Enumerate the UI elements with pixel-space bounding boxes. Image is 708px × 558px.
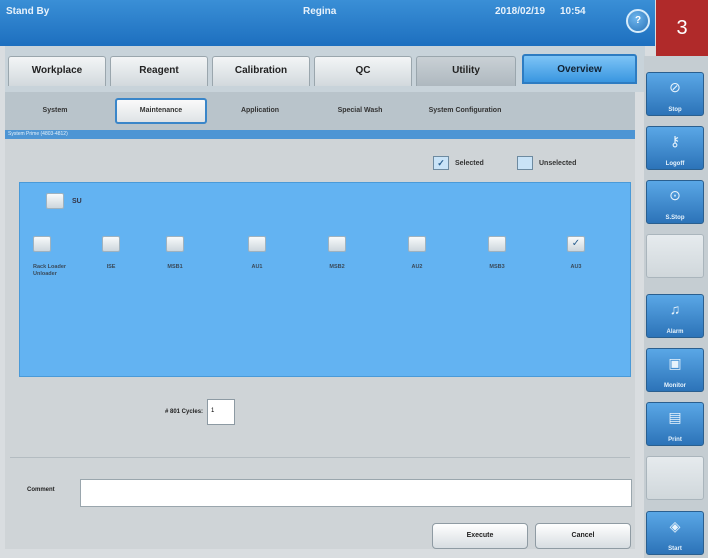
subtab-system-configuration[interactable]: System Configuration	[410, 98, 520, 124]
cancel-button[interactable]: Cancel	[535, 523, 631, 549]
legend-unselected-label: Unselected	[539, 159, 577, 167]
unit-checkbox[interactable]	[102, 236, 120, 252]
empty-slot	[646, 456, 704, 500]
monitor-label: Monitor	[664, 383, 686, 389]
unit-label: AU3	[570, 264, 582, 270]
unit-label: MSB2	[329, 264, 345, 270]
logoff-label: Logoff	[665, 161, 685, 167]
unit-rack-loader-unloader[interactable]: Rack Loader Unloader	[33, 236, 83, 278]
comment-label: Comment	[27, 487, 55, 493]
empty-box-icon	[517, 156, 533, 170]
print-icon: ▤	[668, 409, 682, 425]
stop-icon: ⊘	[669, 79, 681, 95]
sampling-stop-button[interactable]: ⊙ S.Stop	[646, 180, 704, 224]
tab-calibration[interactable]: Calibration	[212, 56, 310, 86]
sub-tab-bar: System Maintenance Application Special W…	[5, 92, 635, 130]
unit-checkbox[interactable]	[248, 236, 266, 252]
tab-reagent[interactable]: Reagent	[110, 56, 208, 86]
key-icon: ⚷	[669, 133, 681, 149]
tab-overview[interactable]: Overview	[522, 54, 637, 84]
unit-checkbox[interactable]	[33, 236, 51, 252]
monitor-button[interactable]: ▣ Monitor	[646, 348, 704, 392]
tab-utility[interactable]: Utility	[416, 56, 516, 86]
su-option[interactable]: SU	[46, 193, 82, 209]
empty-slot	[646, 234, 704, 278]
monitor-icon: ▣	[668, 355, 682, 371]
unit-msb3[interactable]: MSB3	[472, 236, 522, 271]
subtab-application[interactable]: Application	[215, 98, 305, 124]
unit-label: ISE	[106, 264, 116, 270]
help-icon: ?	[634, 15, 642, 26]
unit-ise[interactable]: ISE	[86, 236, 136, 271]
unit-checkbox[interactable]	[328, 236, 346, 252]
step-number-badge: 3	[656, 0, 708, 56]
title-bar: Stand By Regina 2018/02/19 10:54 ?	[0, 0, 655, 46]
tab-workplace[interactable]: Workplace	[8, 56, 106, 86]
unit-checkbox[interactable]	[408, 236, 426, 252]
unit-au3[interactable]: ✓ AU3	[551, 236, 601, 271]
unit-label: MSB1	[167, 264, 183, 270]
print-button[interactable]: ▤ Print	[646, 402, 704, 446]
help-button[interactable]: ?	[626, 9, 650, 33]
time: 10:54	[560, 6, 586, 17]
unit-checkbox-checked[interactable]: ✓	[567, 236, 585, 252]
maintenance-panel: ✓ Selected Unselected SU Rack Loader Unl…	[5, 139, 635, 549]
checked-box-icon: ✓	[433, 156, 449, 170]
cycles-label: # 801 Cycles:	[165, 409, 204, 415]
unit-label: Rack Loader Unloader	[33, 264, 67, 277]
unit-checkbox[interactable]	[166, 236, 184, 252]
legend-selected-label: Selected	[455, 159, 484, 167]
alarm-button[interactable]: ♫ Alarm	[646, 294, 704, 338]
su-checkbox[interactable]	[46, 193, 64, 209]
legend-unselected: Unselected	[517, 156, 576, 170]
subtab-system[interactable]: System	[10, 98, 100, 124]
unit-au1[interactable]: AU1	[232, 236, 282, 271]
breadcrumb: System Prime (4803-4812)	[5, 130, 635, 139]
subtab-maintenance[interactable]: Maintenance	[115, 98, 207, 124]
su-label: SU	[72, 197, 82, 205]
unit-au2[interactable]: AU2	[392, 236, 442, 271]
unit-msb1[interactable]: MSB1	[150, 236, 200, 271]
stop-label: Stop	[668, 107, 682, 113]
unit-selection-panel: SU Rack Loader Unloader ISE MSB1 AU1 MSB…	[19, 182, 631, 377]
execute-button[interactable]: Execute	[432, 523, 528, 549]
comment-input[interactable]	[80, 479, 632, 507]
start-label: Start	[668, 546, 682, 552]
sampling-stop-icon: ⊙	[669, 187, 681, 203]
unit-checkbox[interactable]	[488, 236, 506, 252]
main-tab-bar: Workplace Reagent Calibration QC Utility…	[5, 46, 645, 92]
unit-msb2[interactable]: MSB2	[312, 236, 362, 271]
user-name: Regina	[303, 6, 337, 17]
system-status: Stand By	[6, 6, 50, 17]
print-label: Print	[668, 437, 682, 443]
cycles-input[interactable]: 1	[207, 399, 236, 425]
right-sidebar: ⊘ Stop ⚷ Logoff ⊙ S.Stop ♫ Alarm ▣ Monit…	[644, 56, 708, 558]
stop-button[interactable]: ⊘ Stop	[646, 72, 704, 116]
unit-label: AU2	[411, 264, 423, 270]
bell-icon: ♫	[669, 301, 681, 317]
alarm-label: Alarm	[666, 329, 684, 335]
cycles-row: # 801 Cycles: 1	[165, 399, 236, 425]
start-icon: ◈	[669, 518, 681, 534]
subtab-special-wash[interactable]: Special Wash	[315, 98, 405, 124]
logoff-button[interactable]: ⚷ Logoff	[646, 126, 704, 170]
date: 2018/02/19	[495, 6, 546, 17]
start-button[interactable]: ◈ Start	[646, 511, 704, 555]
unit-label: AU1	[251, 264, 263, 270]
unit-label: MSB3	[489, 264, 505, 270]
legend-selected: ✓ Selected	[433, 156, 484, 170]
sampling-stop-label: S.Stop	[665, 215, 685, 221]
tab-qc[interactable]: QC	[314, 56, 412, 86]
divider	[10, 457, 630, 458]
